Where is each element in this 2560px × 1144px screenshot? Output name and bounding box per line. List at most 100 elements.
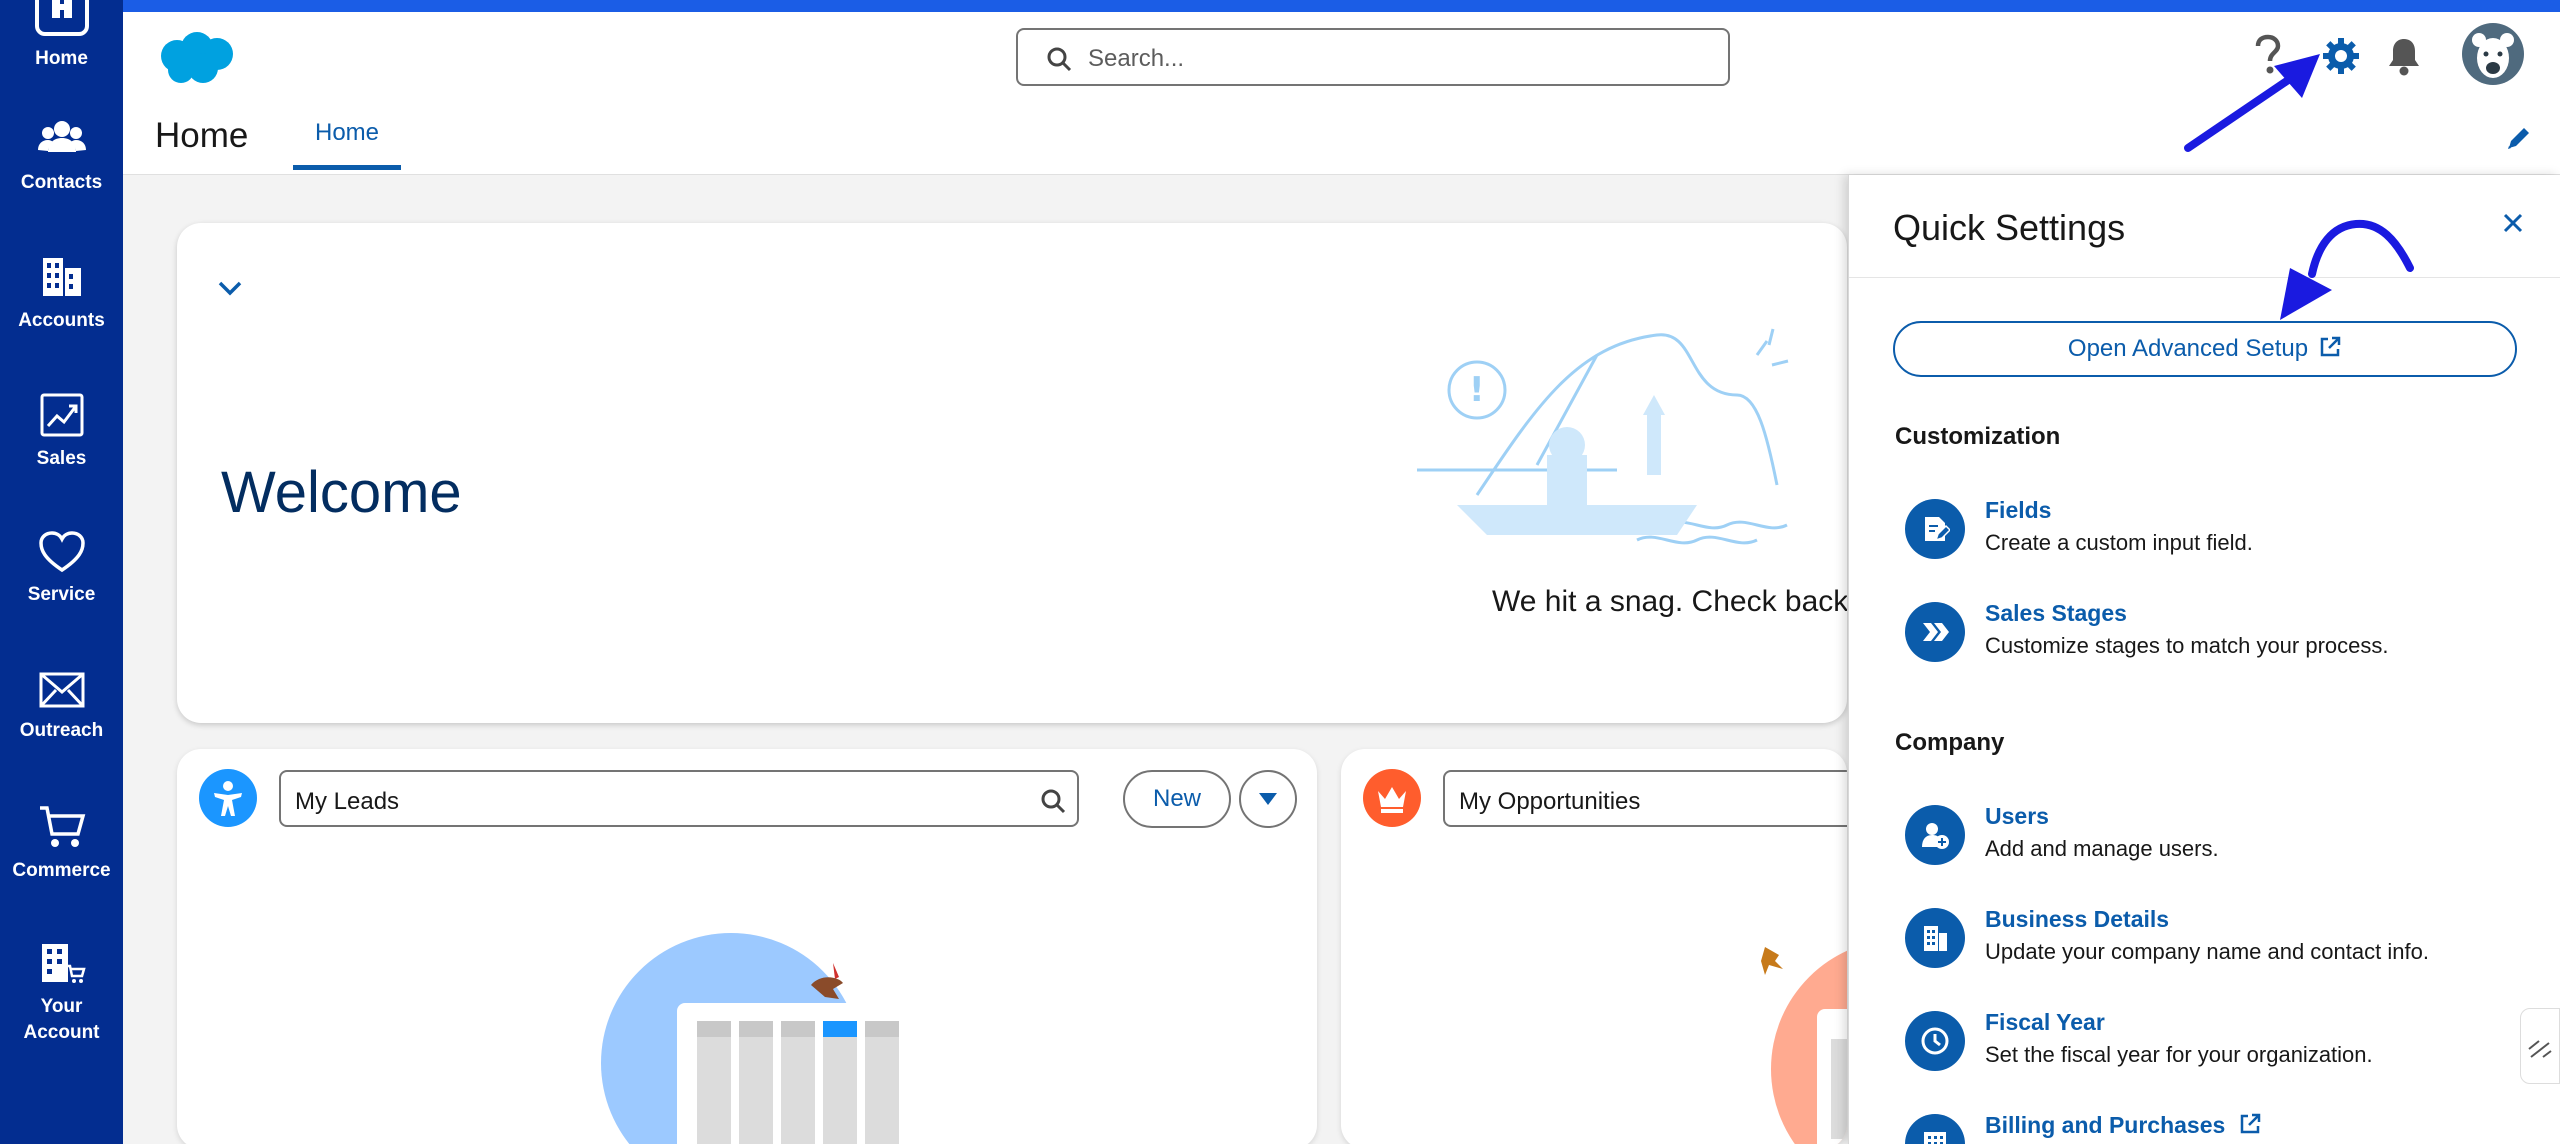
page-title: Home — [155, 116, 249, 155]
nav-item-service[interactable]: Service — [0, 530, 123, 608]
billing-building-icon — [1905, 1114, 1965, 1144]
heart-icon — [38, 531, 85, 573]
user-avatar[interactable] — [2461, 22, 2525, 91]
leads-list-view-select[interactable]: My Leads — [279, 770, 1079, 827]
setting-description: Customize stages to match your process. — [1985, 633, 2389, 658]
bell-icon — [2389, 39, 2419, 76]
quick-settings-title: Quick Settings — [1893, 207, 2126, 248]
setting-title: Users — [1985, 803, 2049, 829]
search-icon — [1047, 47, 1072, 72]
setting-item-sales-stages[interactable]: Sales Stages Customize stages to match y… — [1905, 600, 2525, 670]
question-icon — [2255, 34, 2281, 74]
chevron-down-icon — [218, 281, 242, 296]
setting-description: Set the fiscal year for your organizatio… — [1985, 1042, 2373, 1067]
setting-description: Add and manage users. — [1985, 836, 2219, 861]
nav-label: Commerce — [12, 860, 111, 881]
nav-item-home[interactable]: Home — [0, 0, 123, 72]
setting-title: Fiscal Year — [1985, 1009, 2105, 1035]
cart-icon — [39, 806, 85, 847]
setting-description: Update your company name and contact inf… — [1985, 939, 2429, 964]
edit-page-button[interactable] — [2505, 126, 2531, 157]
setting-title: Sales Stages — [1985, 600, 2127, 626]
nav-item-your-account[interactable]: Your Account — [0, 940, 123, 1046]
pencil-icon — [2508, 128, 2529, 149]
salesforce-logo[interactable] — [155, 28, 239, 93]
setting-item-billing-and-purchases[interactable]: Billing and Purchases — [1905, 1112, 2525, 1144]
top-accent-bar — [123, 0, 2560, 12]
leads-card: My Leads New — [177, 749, 1317, 1144]
crown-icon — [1378, 787, 1406, 813]
nav-item-commerce[interactable]: Commerce — [0, 804, 123, 884]
external-link-icon — [2320, 336, 2341, 357]
nav-label: Contacts — [20, 172, 103, 193]
nav-item-accounts[interactable]: Accounts — [0, 254, 123, 334]
close-icon — [2503, 213, 2523, 233]
setup-gear-button[interactable] — [2321, 36, 2361, 81]
person-star-icon — [214, 781, 242, 816]
search-icon[interactable] — [1039, 787, 1067, 815]
tab-home[interactable]: Home — [293, 116, 402, 170]
search-placeholder: Search... — [1088, 45, 1185, 72]
opportunity-object-icon — [1363, 769, 1421, 827]
fishing-illustration: ! — [1417, 295, 1847, 560]
external-link-icon — [2240, 1113, 2260, 1134]
nav-label: Your Account — [23, 996, 100, 1043]
nav-label: Sales — [36, 448, 87, 469]
building-icon — [1905, 908, 1965, 968]
gear-icon — [2323, 38, 2359, 74]
setting-description: Create a custom input field. — [1985, 530, 2253, 555]
cloud-logo-icon — [161, 32, 233, 83]
opportunities-list-view-select[interactable]: My Opportunities — [1443, 770, 1847, 827]
setting-title: Business Details — [1985, 906, 2170, 932]
error-message: We hit a snag. Check back l — [1492, 585, 1847, 618]
welcome-title: Welcome — [221, 460, 462, 525]
setting-title: Fields — [1985, 497, 2052, 523]
leads-actions-dropdown[interactable] — [1239, 770, 1297, 828]
new-lead-button[interactable]: New — [1123, 770, 1231, 828]
empty-leads-illustration — [601, 933, 917, 1144]
setting-item-users[interactable]: Users Add and manage users. — [1905, 803, 2525, 873]
left-navigation: Home Contacts Accounts Sales Service Out… — [0, 0, 123, 1144]
button-label: Open Advanced Setup — [2067, 335, 2309, 362]
notifications-button[interactable] — [2386, 36, 2422, 81]
lead-object-icon — [199, 769, 257, 827]
building-icon — [42, 258, 81, 296]
nav-label: Home — [35, 48, 88, 69]
fields-icon — [1905, 499, 1965, 559]
nav-item-sales[interactable]: Sales — [0, 392, 123, 472]
resize-handle-icon — [2528, 1040, 2552, 1058]
user-add-icon — [1905, 805, 1965, 865]
quick-settings-panel: Quick Settings Open Advanced Setup Custo… — [1848, 175, 2560, 1144]
global-header: Search... Home Home — [123, 12, 2560, 175]
nav-label: Outreach — [19, 720, 104, 741]
side-panel-handle[interactable] — [2520, 1008, 2560, 1084]
welcome-card: Welcome ! We hit a snag. Check back l — [177, 223, 1847, 723]
setting-item-fiscal-year[interactable]: Fiscal Year Set the fiscal year for your… — [1905, 1009, 2525, 1079]
nav-label: Accounts — [18, 310, 105, 331]
global-search-input[interactable]: Search... — [1016, 28, 1730, 86]
nav-item-contacts[interactable]: Contacts — [0, 116, 123, 196]
contacts-icon — [37, 121, 86, 152]
mail-icon — [39, 672, 84, 708]
list-view-name: My Opportunities — [1459, 788, 1641, 815]
nav-label: Service — [27, 584, 96, 605]
close-panel-button[interactable] — [2501, 211, 2525, 240]
setting-item-fields[interactable]: Fields Create a custom input field. — [1905, 497, 2525, 567]
list-view-name: My Leads — [295, 788, 400, 815]
collapse-button[interactable] — [217, 279, 243, 302]
setting-title-text: Billing and Purchases — [1985, 1112, 2226, 1138]
customization-heading: Customization — [1895, 423, 2061, 450]
setting-title: Billing and Purchases — [1985, 1112, 2262, 1139]
nav-item-outreach[interactable]: Outreach — [0, 670, 123, 744]
svg-text:!: ! — [1469, 370, 1485, 410]
open-advanced-setup-button[interactable]: Open Advanced Setup — [1893, 321, 2517, 377]
chevrons-right-icon — [1905, 602, 1965, 662]
building-cart-icon — [41, 944, 86, 983]
clock-icon — [1905, 1011, 1965, 1071]
caret-down-icon — [1259, 793, 1277, 805]
help-button[interactable] — [2253, 34, 2283, 81]
avatar-bear-icon — [2462, 23, 2524, 85]
setting-item-business-details[interactable]: Business Details Update your company nam… — [1905, 906, 2525, 976]
opportunities-card: My Opportunities — [1341, 749, 1847, 1144]
chart-icon — [40, 393, 83, 437]
